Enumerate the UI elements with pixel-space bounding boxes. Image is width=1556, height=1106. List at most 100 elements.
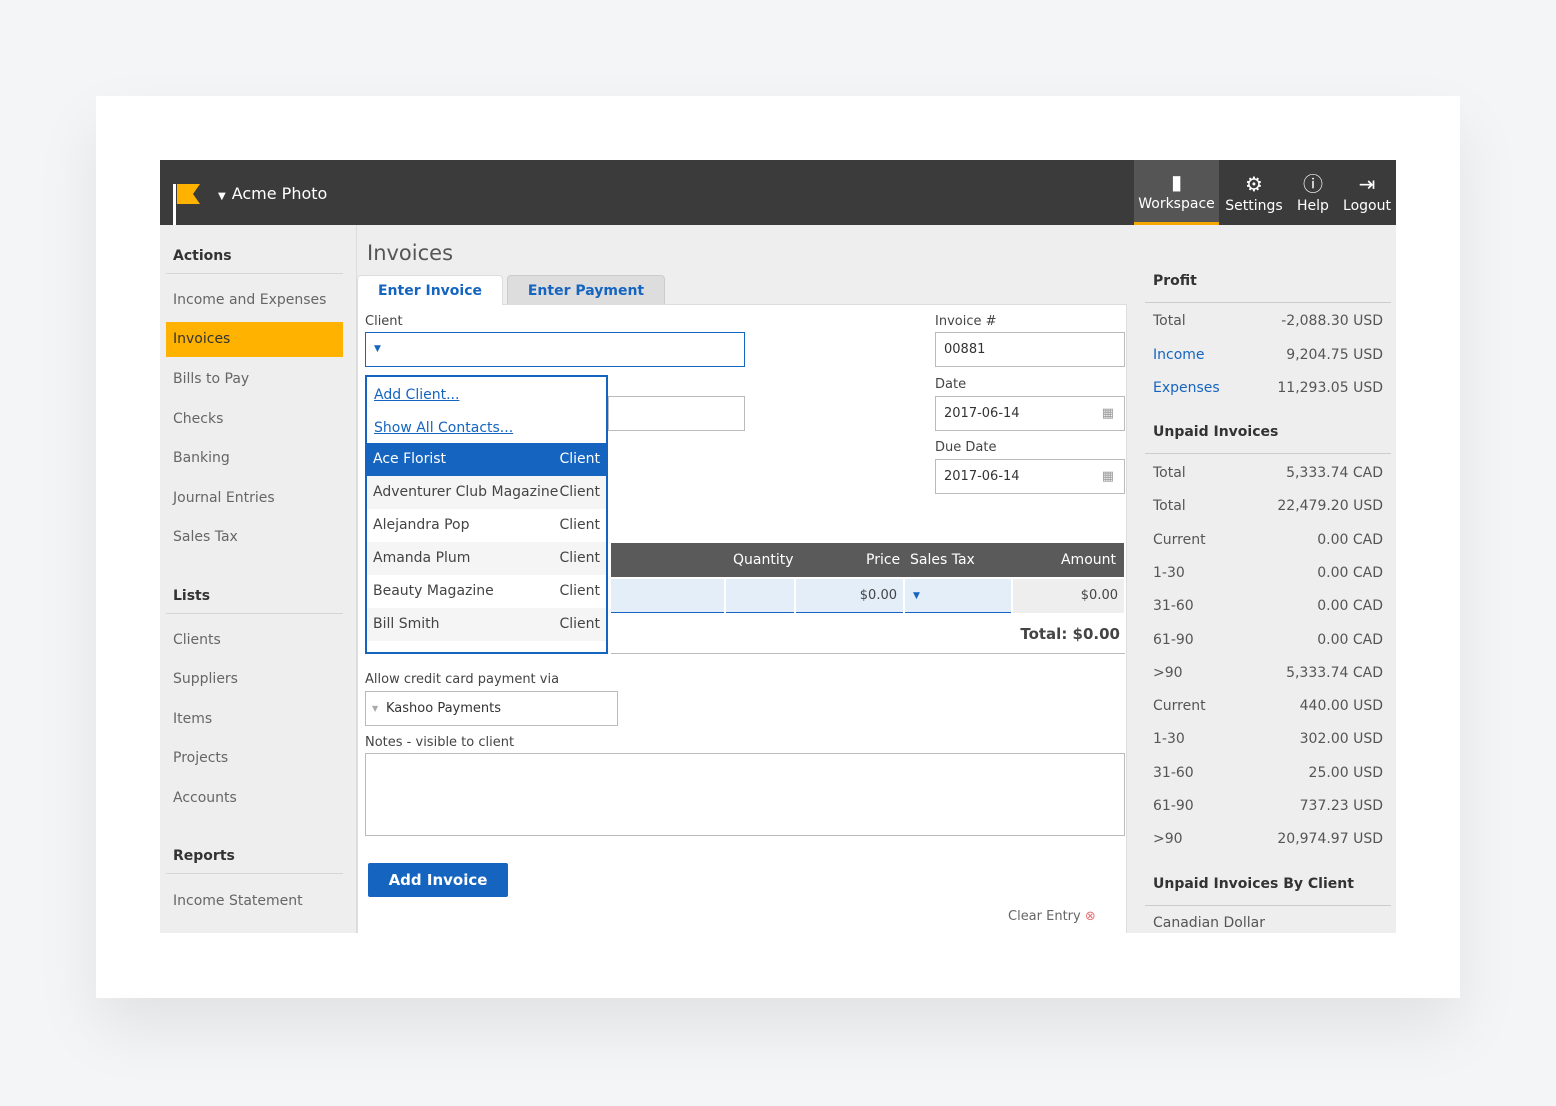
sidebar-item-sales-tax[interactable]: Sales Tax — [166, 520, 343, 555]
clear-entry-link[interactable]: Clear Entry ⊗ — [1008, 909, 1096, 924]
row-value: 0.00 CAD — [1317, 564, 1383, 581]
caret-down-icon: ▼ — [374, 344, 381, 354]
nav-logout[interactable]: ⇥ Logout — [1340, 160, 1394, 225]
client-option[interactable]: Adventurer Club Magazine Client — [367, 476, 606, 509]
logout-icon: ⇥ — [1358, 171, 1376, 196]
summary-row: >90 20,974.97 USD — [1153, 831, 1383, 847]
row-value: -2,088.30 USD — [1281, 313, 1383, 329]
row-value: 0.00 CAD — [1317, 631, 1383, 648]
description-cell[interactable] — [611, 579, 724, 613]
profit-title: Profit — [1153, 273, 1197, 289]
summary-row: Total -2,088.30 USD — [1153, 313, 1383, 329]
summary-row[interactable]: Expenses 11,293.05 USD — [1153, 380, 1383, 396]
summary-panel: Profit Unpaid Invoices Unpaid Invoices B… — [1145, 225, 1396, 933]
divider — [166, 613, 343, 614]
notes-textarea[interactable] — [365, 753, 1125, 836]
calendar-icon[interactable]: ▦ — [1102, 460, 1114, 493]
summary-row: 31-60 0.00 CAD — [1153, 598, 1383, 614]
summary-row: Current 0.00 CAD — [1153, 532, 1383, 548]
invoice-form: Client ▼ Add Client... Show All Contacts… — [357, 304, 1127, 933]
sidebar-item-suppliers[interactable]: Suppliers — [166, 662, 343, 697]
summary-row: 61-90 0.00 CAD — [1153, 632, 1383, 648]
client-option[interactable]: Ace Florist Client — [367, 443, 606, 476]
calendar-icon[interactable]: ▦ — [1102, 397, 1114, 430]
sales-tax-select[interactable]: ▼ — [905, 579, 1011, 613]
client-option[interactable]: Amanda Plum Client — [367, 542, 606, 575]
nav-workspace[interactable]: ▮ Workspace — [1134, 160, 1219, 225]
contact-type: Client — [559, 517, 600, 533]
contact-type: Client — [559, 583, 600, 599]
invoice-number-input[interactable]: 00881 — [935, 332, 1125, 367]
tab-enter-invoice[interactable]: Enter Invoice — [357, 275, 503, 305]
date-input[interactable]: 2017-06-14 ▦ — [935, 396, 1125, 431]
cc-select[interactable]: ▼ Kashoo Payments — [365, 691, 618, 726]
sidebar-item-checks[interactable]: Checks — [166, 402, 343, 437]
add-invoice-button[interactable]: Add Invoice — [368, 863, 508, 897]
client-option[interactable]: Beauty Magazine Client — [367, 575, 606, 608]
price-cell[interactable]: $0.00 — [796, 579, 903, 613]
clear-icon: ⊗ — [1084, 909, 1096, 924]
row-label: 1-30 — [1153, 564, 1185, 581]
row-label: Total — [1153, 313, 1186, 329]
sidebar-item-journal[interactable]: Journal Entries — [166, 481, 343, 516]
row-label: >90 — [1153, 831, 1183, 848]
row-value: 737.23 USD — [1299, 798, 1383, 814]
amount-cell: $0.00 — [1013, 579, 1124, 613]
app-window: ▼ Acme Photo ▮ Workspace ⚙ Settings ⓘ Help ⇥… — [160, 160, 1396, 933]
client-option[interactable]: Bill Smith Client — [367, 608, 606, 641]
sidebar-item-banking[interactable]: Banking — [166, 441, 343, 476]
top-bar: ▼ Acme Photo ▮ Workspace ⚙ Settings ⓘ Help ⇥… — [160, 160, 1396, 225]
show-all-contacts-link[interactable]: Show All Contacts... — [367, 410, 606, 443]
total-label: Total: $0.00 — [1020, 625, 1120, 643]
divider — [611, 653, 1125, 654]
section-lists: Lists — [173, 588, 211, 604]
contact-type: Client — [559, 616, 600, 632]
row-value: 9,204.75 USD — [1286, 346, 1383, 363]
sidebar-item-clients[interactable]: Clients — [166, 623, 343, 658]
client-name: Beauty Magazine — [373, 583, 494, 599]
row-label: Income — [1153, 346, 1205, 363]
row-value: 25.00 USD — [1308, 764, 1383, 781]
row-label: Current — [1153, 698, 1206, 715]
nav-help[interactable]: ⓘ Help — [1290, 160, 1336, 225]
divider — [1145, 302, 1391, 303]
summary-row: >90 5,333.74 CAD — [1153, 665, 1383, 681]
section-actions: Actions — [173, 248, 232, 264]
summary-row[interactable]: Income 9,204.75 USD — [1153, 347, 1383, 363]
divider — [166, 273, 343, 274]
client-select[interactable]: ▼ — [365, 332, 745, 367]
address-field[interactable] — [608, 396, 745, 431]
org-switcher[interactable]: ▼ Acme Photo — [218, 184, 327, 203]
quantity-cell[interactable] — [726, 579, 794, 613]
help-icon: ⓘ — [1303, 171, 1323, 196]
section-reports: Reports — [173, 848, 235, 864]
client-option[interactable]: Alejandra Pop Client — [367, 509, 606, 542]
sidebar-item-projects[interactable]: Projects — [166, 741, 343, 776]
row-label: 61-90 — [1153, 631, 1194, 648]
caret-down-icon: ▼ — [372, 704, 379, 713]
row-value: 11,293.05 USD — [1277, 380, 1383, 396]
main-content: Invoices Enter Invoice Enter Payment Cli… — [357, 225, 1130, 933]
contact-type: Client — [559, 451, 600, 467]
logo-flag-icon — [173, 184, 200, 225]
sidebar-item-income-statement[interactable]: Income Statement — [166, 884, 343, 919]
sidebar-item-income-expenses[interactable]: Income and Expenses — [166, 283, 343, 318]
row-label: Current — [1153, 531, 1206, 548]
workspace-icon: ▮ — [1170, 170, 1182, 194]
sidebar-item-items[interactable]: Items — [166, 702, 343, 737]
nav-settings[interactable]: ⚙ Settings — [1222, 160, 1286, 225]
tab-enter-payment[interactable]: Enter Payment — [507, 275, 665, 305]
sidebar-item-invoices[interactable]: Invoices — [166, 322, 343, 357]
sidebar-item-accounts[interactable]: Accounts — [166, 781, 343, 816]
sidebar-item-bills[interactable]: Bills to Pay — [166, 362, 343, 397]
client-name: Alejandra Pop — [373, 517, 470, 533]
summary-row: 1-30 302.00 USD — [1153, 731, 1383, 747]
divider — [166, 873, 343, 874]
row-value: 5,333.74 CAD — [1286, 664, 1383, 681]
contact-type: Client — [559, 484, 600, 500]
divider — [1145, 453, 1391, 454]
caret-down-icon: ▼ — [913, 591, 920, 601]
add-client-link[interactable]: Add Client... — [367, 377, 606, 410]
due-date-input[interactable]: 2017-06-14 ▦ — [935, 459, 1125, 494]
notes-label: Notes - visible to client — [365, 735, 515, 750]
